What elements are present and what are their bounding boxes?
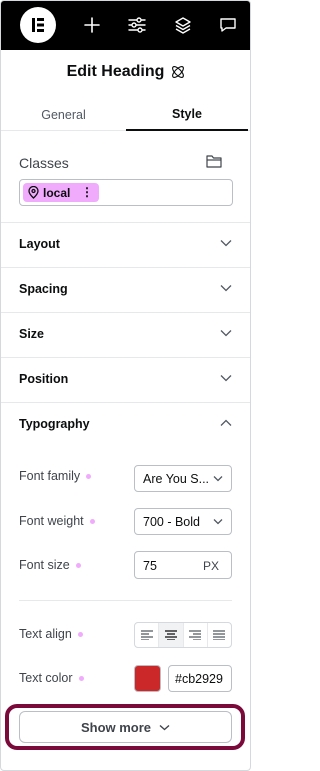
more-vertical-icon[interactable]: ⋮	[81, 185, 93, 199]
section-label: Spacing	[19, 282, 68, 296]
inherited-dot-icon	[77, 631, 83, 637]
section-layout[interactable]: Layout	[1, 222, 250, 267]
chevron-down-icon	[213, 476, 223, 482]
text-color-swatch[interactable]	[134, 665, 161, 692]
font-family-label-text: Font family	[19, 469, 81, 483]
font-size-label: Font size	[19, 558, 81, 572]
align-left-icon	[140, 630, 153, 640]
elementor-logo-icon	[32, 18, 44, 32]
section-label: Size	[19, 327, 45, 341]
text-color-label: Text color	[19, 671, 84, 685]
text-color-label-text: Text color	[19, 671, 73, 685]
map-pin-icon	[28, 186, 39, 199]
font-size-label-text: Font size	[19, 558, 70, 572]
settings-sliders-icon[interactable]	[126, 14, 148, 36]
text-align-label: Text align	[19, 627, 83, 641]
class-chip-label: local	[43, 185, 71, 200]
show-more-label: Show more	[80, 719, 152, 735]
chevron-up-icon	[220, 419, 232, 426]
panel-header: Edit Heading	[1, 59, 250, 85]
chevron-down-icon	[220, 285, 232, 292]
class-chip[interactable]: local ⋮	[23, 183, 99, 202]
classes-label: Classes	[19, 155, 69, 171]
show-more-button[interactable]: Show more	[19, 711, 232, 743]
add-icon[interactable]	[81, 14, 103, 36]
classes-selector[interactable]: local ⋮	[19, 179, 233, 206]
align-justify-icon	[213, 630, 226, 640]
font-family-label: Font family	[19, 469, 92, 483]
text-color-hex-value: #cb2929	[175, 671, 223, 686]
inherited-dot-icon	[86, 473, 92, 479]
elementor-logo-button[interactable]	[20, 7, 56, 43]
section-typography[interactable]: Typography	[1, 402, 250, 447]
section-position[interactable]: Position	[1, 357, 250, 402]
font-weight-select[interactable]: 700 - Bold	[134, 508, 232, 535]
folder-icon[interactable]	[206, 154, 222, 173]
inherited-dot-icon	[75, 562, 81, 568]
font-weight-value: 700 - Bold	[143, 514, 200, 529]
tab-general[interactable]: General	[1, 99, 126, 131]
align-center-icon	[164, 630, 177, 640]
layers-icon[interactable]	[172, 14, 194, 36]
tab-style[interactable]: Style	[126, 99, 248, 131]
font-size-value: 75	[143, 559, 157, 573]
editor-panel: Edit Heading General Style Classes local…	[0, 0, 251, 771]
section-size[interactable]: Size	[1, 312, 250, 357]
chevron-down-icon	[220, 330, 232, 337]
section-label: Position	[19, 372, 69, 386]
inherited-dot-icon	[89, 518, 95, 524]
comments-icon[interactable]	[217, 14, 239, 36]
font-family-select[interactable]: Are You S...	[134, 465, 232, 492]
align-justify-button[interactable]	[208, 623, 231, 647]
text-align-toggle-group	[134, 622, 232, 648]
section-label: Typography	[19, 417, 90, 431]
inherited-dot-icon	[78, 675, 84, 681]
chevron-down-icon	[213, 519, 223, 525]
chevron-down-icon	[220, 375, 232, 382]
panel-tabs: General Style	[1, 99, 250, 131]
font-size-unit-select[interactable]: PX	[203, 559, 219, 573]
font-weight-label-text: Font weight	[19, 514, 84, 528]
font-size-input[interactable]: 75 PX	[134, 551, 232, 579]
align-right-icon	[189, 630, 202, 640]
section-label: Layout	[19, 237, 60, 251]
text-color-hex-input[interactable]: #cb2929	[168, 665, 232, 692]
font-weight-label: Font weight	[19, 514, 95, 528]
top-bar	[1, 1, 250, 50]
align-left-button[interactable]	[135, 623, 160, 647]
font-family-value: Are You S...	[143, 471, 210, 486]
chevron-down-icon	[159, 724, 170, 730]
panel-title: Edit Heading	[66, 63, 165, 80]
divider	[19, 600, 232, 601]
text-align-label-text: Text align	[19, 627, 72, 641]
align-right-button[interactable]	[184, 623, 208, 647]
atom-icon	[172, 66, 185, 78]
section-spacing[interactable]: Spacing	[1, 267, 250, 312]
align-center-button[interactable]	[159, 623, 184, 647]
chevron-down-icon	[220, 240, 232, 247]
